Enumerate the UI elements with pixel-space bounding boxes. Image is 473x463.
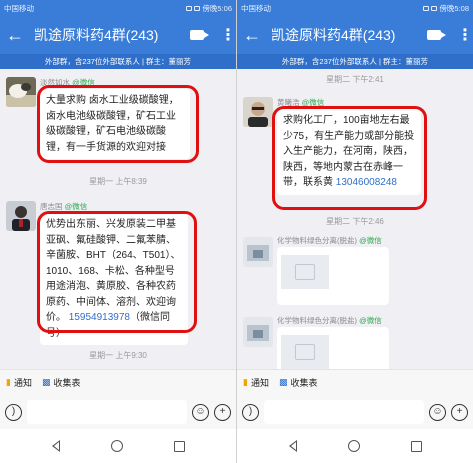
carrier-label: 中国移动 <box>4 3 34 13</box>
sender-name: 黄曦浩 @微信 <box>277 98 325 107</box>
quick-actions: ▮ 通知 ▩ 收集表 <box>237 369 473 395</box>
voice-icon[interactable]: ) <box>5 403 22 421</box>
form-icon: ▩ <box>278 377 288 387</box>
nav-back-icon[interactable] <box>51 440 60 452</box>
sender-name: 淡然如水 @微信 <box>40 78 95 87</box>
more-vertical-icon[interactable]: ⋮ <box>457 25 473 45</box>
notice-button[interactable]: ▮ 通知 <box>243 376 269 389</box>
status-bar: 中国移动 傍晚5:08 <box>237 0 473 16</box>
carrier-label: 中国移动 <box>241 3 271 13</box>
message-input[interactable] <box>27 400 187 424</box>
voice-icon[interactable]: ) <box>242 403 259 421</box>
right-screenshot: 中国移动 傍晚5:08 ← 凯途原料药4群(243) ⋮ 外部群，含237位外部… <box>237 0 473 463</box>
avatar-image <box>6 77 36 107</box>
sender-name: 化学物料绿色分离(脱盐) @微信 <box>277 316 382 325</box>
plus-icon[interactable]: + <box>451 403 468 421</box>
notice-icon: ▮ <box>243 377 248 387</box>
timestamp: 星期一 上午8:39 <box>89 177 147 186</box>
timestamp: 星期二 下午2:41 <box>326 75 384 84</box>
avatar-image <box>243 237 273 267</box>
nav-home-icon[interactable] <box>347 440 360 452</box>
avatar-image <box>243 97 273 127</box>
notice-button[interactable]: ▮ 通知 <box>6 376 32 389</box>
image-placeholder-icon <box>281 255 329 289</box>
status-icon <box>194 5 201 11</box>
more-vertical-icon[interactable]: ⋮ <box>220 25 236 45</box>
timestamp: 星期一 上午9:30 <box>89 351 147 360</box>
message-bubble[interactable]: 优势出东丽、兴发原装二甲基亚砜、氟硅酸钾、二氟苯腈、辛菌胺、BHT（264、T5… <box>40 213 188 345</box>
form-button[interactable]: ▩ 收集表 <box>279 376 318 389</box>
system-nav-bar <box>237 429 473 463</box>
system-nav-bar <box>0 429 236 463</box>
form-icon: ▩ <box>41 377 51 387</box>
video-call-icon[interactable] <box>427 30 446 40</box>
plus-icon[interactable]: + <box>214 403 231 421</box>
form-button[interactable]: ▩ 收集表 <box>42 376 81 389</box>
message-text: 优势出东丽、兴发原装二甲基亚砜、氟硅酸钾、二氟苯腈、辛菌胺、BHT（264、T5… <box>46 219 181 323</box>
nav-recent-icon[interactable] <box>410 440 422 452</box>
input-bar: ) ☺ + <box>0 395 236 429</box>
media-card[interactable] <box>277 327 389 369</box>
status-icon <box>423 5 430 11</box>
clock-label: 傍晚5:06 <box>202 3 232 13</box>
avatar[interactable] <box>6 201 36 231</box>
chat-header: ← 凯途原料药4群(243) ⋮ <box>0 16 236 54</box>
phone-link[interactable]: 13046008248 <box>336 177 397 188</box>
message-input[interactable] <box>264 400 424 424</box>
video-call-icon[interactable] <box>190 30 209 40</box>
avatar[interactable] <box>243 97 273 127</box>
message-text: 大量求购 卤水工业级碳酸锂，卤水电池级碳酸锂，矿石工业级碳酸锂，矿石电池级碳酸锂… <box>46 95 179 153</box>
quick-actions: ▮ 通知 ▩ 收集表 <box>0 369 236 395</box>
phone-link[interactable]: 15954913978 <box>69 312 130 323</box>
image-placeholder-icon <box>281 335 329 369</box>
chat-header: ← 凯途原料药4群(243) ⋮ <box>237 16 473 54</box>
status-icon <box>186 5 193 11</box>
status-icon <box>431 5 438 11</box>
sender-name: 唐志国 @微信 <box>40 202 88 211</box>
avatar[interactable] <box>243 317 273 347</box>
timestamp: 星期二 下午2:46 <box>326 217 384 226</box>
back-arrow-icon[interactable]: ← <box>243 25 265 46</box>
emoji-icon[interactable]: ☺ <box>429 403 446 421</box>
nav-back-icon[interactable] <box>288 440 297 452</box>
emoji-icon[interactable]: ☺ <box>192 403 209 421</box>
left-screenshot: 中国移动 傍晚5:06 ← 凯途原料药4群(243) ⋮ 外部群，含237位外部… <box>0 0 236 463</box>
avatar-image <box>243 317 273 347</box>
clock-label: 傍晚5:08 <box>439 3 469 13</box>
message-bubble[interactable]: 大量求购 卤水工业级碳酸锂，卤水电池级碳酸锂，矿石工业级碳酸锂，矿石电池级碳酸锂… <box>40 89 190 159</box>
input-bar: ) ☺ + <box>237 395 473 429</box>
message-list[interactable]: 淡然如水 @微信 大量求购 卤水工业级碳酸锂，卤水电池级碳酸锂，矿石工业级碳酸锂… <box>0 69 236 369</box>
nav-recent-icon[interactable] <box>173 440 185 452</box>
avatar-image <box>6 201 36 231</box>
group-info: 外部群，含237位外部联系人 | 群主：董丽芳 <box>237 54 473 69</box>
avatar[interactable] <box>6 77 36 107</box>
media-card[interactable] <box>277 247 389 305</box>
message-list[interactable]: 星期二 下午2:41 黄曦浩 @微信 求购化工厂，100亩地左右最少75，有生产… <box>237 69 473 369</box>
sender-name: 化学物料绿色分离(脱盐) @微信 <box>277 236 382 245</box>
chat-title: 凯途原料药4群(243) <box>271 27 396 43</box>
nav-home-icon[interactable] <box>110 440 123 452</box>
avatar[interactable] <box>243 237 273 267</box>
back-arrow-icon[interactable]: ← <box>6 25 28 46</box>
status-bar: 中国移动 傍晚5:06 <box>0 0 236 16</box>
message-bubble[interactable]: 求购化工厂，100亩地左右最少75，有生产能力或部分能投入生产能力，在河南，陕西… <box>277 109 421 195</box>
group-info: 外部群，含237位外部联系人 | 群主：董丽芳 <box>0 54 236 69</box>
notice-icon: ▮ <box>6 377 11 387</box>
chat-title: 凯途原料药4群(243) <box>34 27 159 43</box>
